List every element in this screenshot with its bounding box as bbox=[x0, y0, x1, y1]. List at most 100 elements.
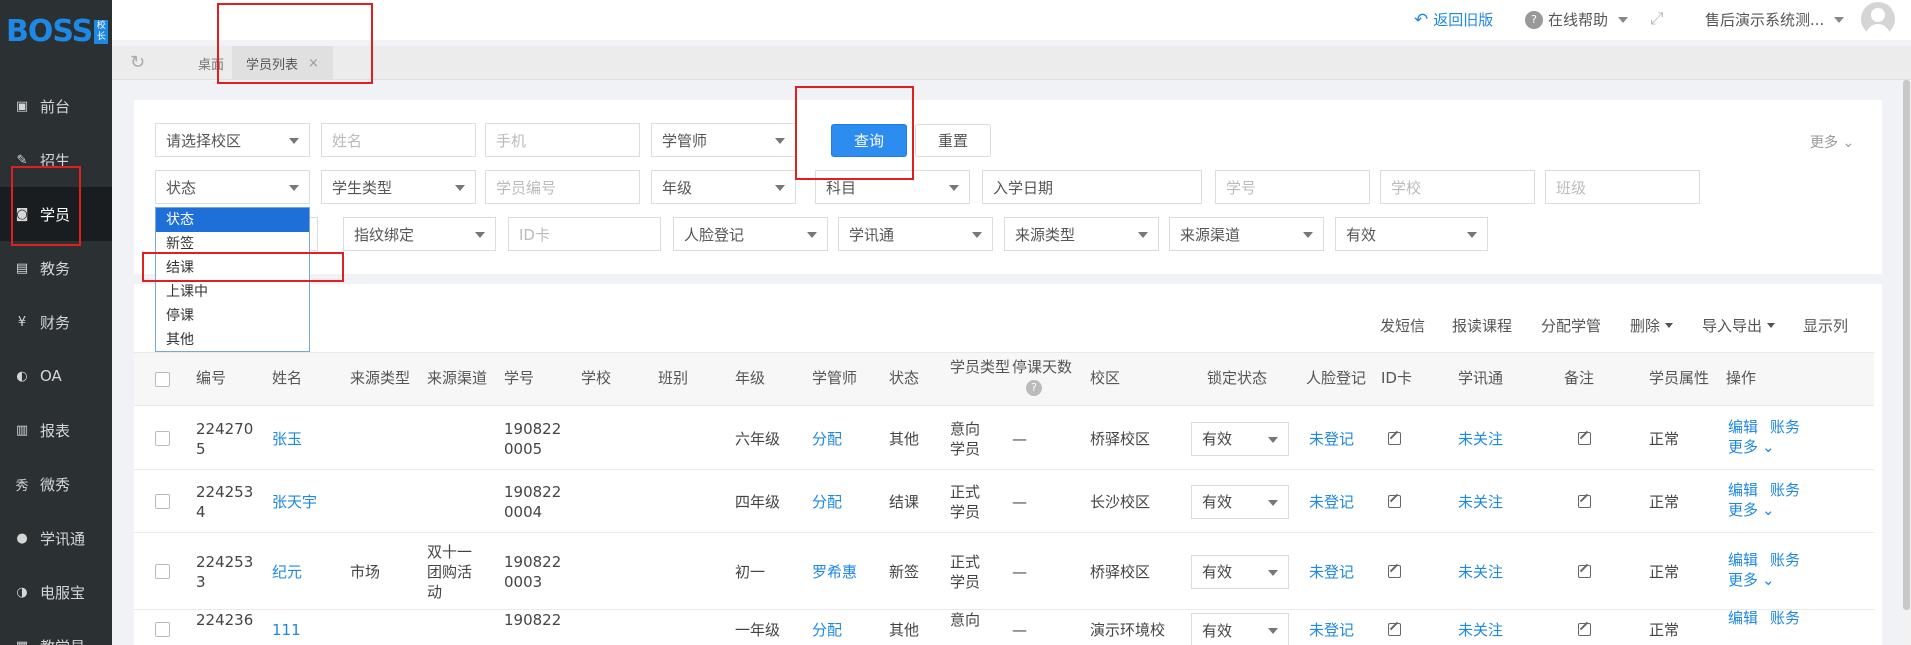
student-type-select[interactable]: 学生类型 bbox=[321, 170, 476, 204]
source-type-select[interactable]: 来源类型 bbox=[1004, 217, 1159, 251]
face-register-link[interactable]: 未登记 bbox=[1309, 620, 1354, 640]
edit-icon[interactable] bbox=[1388, 494, 1401, 508]
account-link[interactable]: 账务 bbox=[1770, 481, 1800, 499]
face-register-link[interactable]: 未登记 bbox=[1309, 562, 1354, 582]
avatar[interactable] bbox=[1861, 2, 1895, 36]
toolbar-button-4[interactable]: 导入导出 bbox=[1702, 315, 1776, 336]
row-checkbox[interactable] bbox=[155, 563, 170, 579]
edit-link[interactable]: 编辑 bbox=[1728, 609, 1758, 627]
lock-status-select[interactable]: 有效 bbox=[1191, 554, 1289, 589]
grade-select[interactable]: 年级 bbox=[651, 170, 796, 204]
xuexuntong-link[interactable]: 未关注 bbox=[1458, 492, 1503, 512]
xuexuntong-link[interactable]: 未关注 bbox=[1458, 562, 1503, 582]
manager-select[interactable]: 学管师 bbox=[651, 123, 796, 157]
toolbar-button-3[interactable]: 删除 bbox=[1630, 315, 1674, 336]
more-link[interactable]: 更多 bbox=[1728, 438, 1758, 456]
boss-logo[interactable]: BOSS 校长 bbox=[6, 14, 109, 49]
refresh-icon[interactable]: ↻ bbox=[130, 52, 145, 73]
sidebar-item-4[interactable]: ¥ 财务 bbox=[0, 295, 112, 349]
face-register-link[interactable]: 未登记 bbox=[1309, 429, 1354, 449]
lock-status-select[interactable]: 有效 bbox=[1191, 421, 1289, 456]
sidebar-item-9[interactable]: ◑ 电服宝 bbox=[0, 565, 112, 619]
manager-link[interactable]: 分配 bbox=[812, 429, 842, 449]
account-link[interactable]: 账务 bbox=[1770, 418, 1800, 436]
account-link[interactable]: 账务 bbox=[1770, 609, 1800, 627]
enroll-date-input[interactable]: 入学日期 bbox=[982, 170, 1202, 204]
name-input[interactable]: 姓名 bbox=[321, 123, 476, 157]
edit-icon[interactable] bbox=[1388, 564, 1401, 578]
fingerprint-select[interactable]: 指纹绑定 bbox=[343, 217, 496, 251]
edit-link[interactable]: 编辑 bbox=[1728, 551, 1758, 569]
help-icon[interactable]: ? bbox=[1026, 380, 1042, 396]
toolbar-button-5[interactable]: 显示列 bbox=[1803, 315, 1848, 336]
more-actions[interactable]: 更多 ⌄ bbox=[1728, 570, 1800, 590]
more-link[interactable]: 更多 bbox=[1728, 571, 1758, 589]
lock-status-select[interactable]: 有效 bbox=[1191, 613, 1289, 645]
row-checkbox[interactable] bbox=[155, 430, 170, 446]
account-link[interactable]: 账务 bbox=[1770, 551, 1800, 569]
edit-icon[interactable] bbox=[1578, 623, 1591, 636]
toolbar-button-1[interactable]: 报读课程 bbox=[1452, 315, 1512, 336]
number-input[interactable]: 学号 bbox=[1215, 170, 1370, 204]
manager-link[interactable]: 分配 bbox=[812, 492, 842, 512]
edit-icon[interactable] bbox=[1578, 564, 1591, 578]
manager-link[interactable]: 分配 bbox=[812, 620, 842, 640]
status-option[interactable]: 上课中 bbox=[156, 280, 309, 304]
edit-icon[interactable] bbox=[1578, 494, 1591, 508]
xuexuntong-select[interactable]: 学讯通 bbox=[838, 217, 993, 251]
face-register-link[interactable]: 未登记 bbox=[1309, 492, 1354, 512]
toolbar-button-0[interactable]: 发短信 bbox=[1380, 315, 1425, 336]
edit-link[interactable]: 编辑 bbox=[1728, 418, 1758, 436]
fullscreen-icon[interactable]: ⤢ bbox=[1650, 9, 1664, 29]
more-filters-toggle[interactable]: 更多 ⌄ bbox=[1810, 132, 1854, 152]
student-number-input[interactable]: 学员编号 bbox=[485, 170, 640, 204]
select-all-checkbox[interactable] bbox=[155, 372, 170, 387]
face-register-select[interactable]: 人脸登记 bbox=[673, 217, 828, 251]
toolbar-button-2[interactable]: 分配学管 bbox=[1541, 315, 1601, 336]
edit-link[interactable]: 编辑 bbox=[1728, 481, 1758, 499]
sidebar-item-10[interactable]: ▦ 教学易 bbox=[0, 619, 112, 645]
student-name-link[interactable]: 111 bbox=[272, 620, 301, 640]
manager-link[interactable]: 罗希惠 bbox=[812, 562, 857, 582]
student-name-link[interactable]: 张天宇 bbox=[272, 492, 317, 512]
student-name-link[interactable]: 纪元 bbox=[272, 562, 302, 582]
sidebar-item-3[interactable]: ▤ 教务 bbox=[0, 241, 112, 295]
row-checkbox[interactable] bbox=[155, 622, 170, 637]
more-actions[interactable]: 更多 ⌄ bbox=[1728, 437, 1800, 457]
sidebar-item-6[interactable]: ▥ 报表 bbox=[0, 403, 112, 457]
status-select[interactable]: 状态 bbox=[155, 170, 310, 204]
grade-value: 年级 bbox=[662, 178, 693, 197]
class-input[interactable]: 班级 bbox=[1545, 170, 1700, 204]
school-input[interactable]: 学校 bbox=[1380, 170, 1535, 204]
edit-icon[interactable] bbox=[1388, 623, 1401, 636]
calendar-icon: ▣ bbox=[15, 98, 29, 114]
status-option[interactable]: 停课 bbox=[156, 304, 309, 328]
sidebar-item-8[interactable]: ● 学讯通 bbox=[0, 511, 112, 565]
student-name-link[interactable]: 张玉 bbox=[272, 429, 302, 449]
idcard-input[interactable]: ID卡 bbox=[508, 217, 661, 251]
user-menu[interactable]: 售后演示系统测... bbox=[1705, 9, 1845, 30]
page-scrollbar-thumb[interactable] bbox=[1903, 80, 1910, 610]
source-channel-select[interactable]: 来源渠道 bbox=[1169, 217, 1324, 251]
lock-status-select[interactable]: 有效 bbox=[1191, 484, 1289, 519]
online-help-menu[interactable]: ? 在线帮助 bbox=[1525, 9, 1629, 30]
more-link[interactable]: 更多 bbox=[1728, 501, 1758, 519]
top-bar: ↶ 返回旧版 ? 在线帮助 ⤢ 售后演示系统测... bbox=[112, 0, 1911, 40]
status-option[interactable]: 其他 bbox=[156, 328, 309, 352]
sidebar-item-0[interactable]: ▣ 前台 bbox=[0, 79, 112, 133]
sidebar-item-7[interactable]: 秀微秀 bbox=[0, 457, 112, 511]
back-old-version-link[interactable]: ↶ 返回旧版 bbox=[1414, 9, 1493, 30]
campus-select[interactable]: 请选择校区 bbox=[155, 123, 310, 157]
reset-button[interactable]: 重置 bbox=[915, 124, 991, 157]
edit-icon[interactable] bbox=[1388, 431, 1401, 445]
xuexuntong-link[interactable]: 未关注 bbox=[1458, 429, 1503, 449]
more-actions[interactable]: 更多 ⌄ bbox=[1728, 500, 1800, 520]
edit-icon[interactable] bbox=[1578, 431, 1591, 445]
row-checkbox[interactable] bbox=[155, 493, 170, 509]
tab-bar: ↻ 桌面 学员列表 × bbox=[112, 46, 1911, 80]
xuexuntong-link[interactable]: 未关注 bbox=[1458, 620, 1503, 640]
valid-select[interactable]: 有效 bbox=[1335, 217, 1488, 251]
status-option[interactable]: 状态 bbox=[156, 208, 309, 232]
phone-input[interactable]: 手机 bbox=[485, 123, 640, 157]
sidebar-item-5[interactable]: ◐ OA bbox=[0, 349, 112, 403]
